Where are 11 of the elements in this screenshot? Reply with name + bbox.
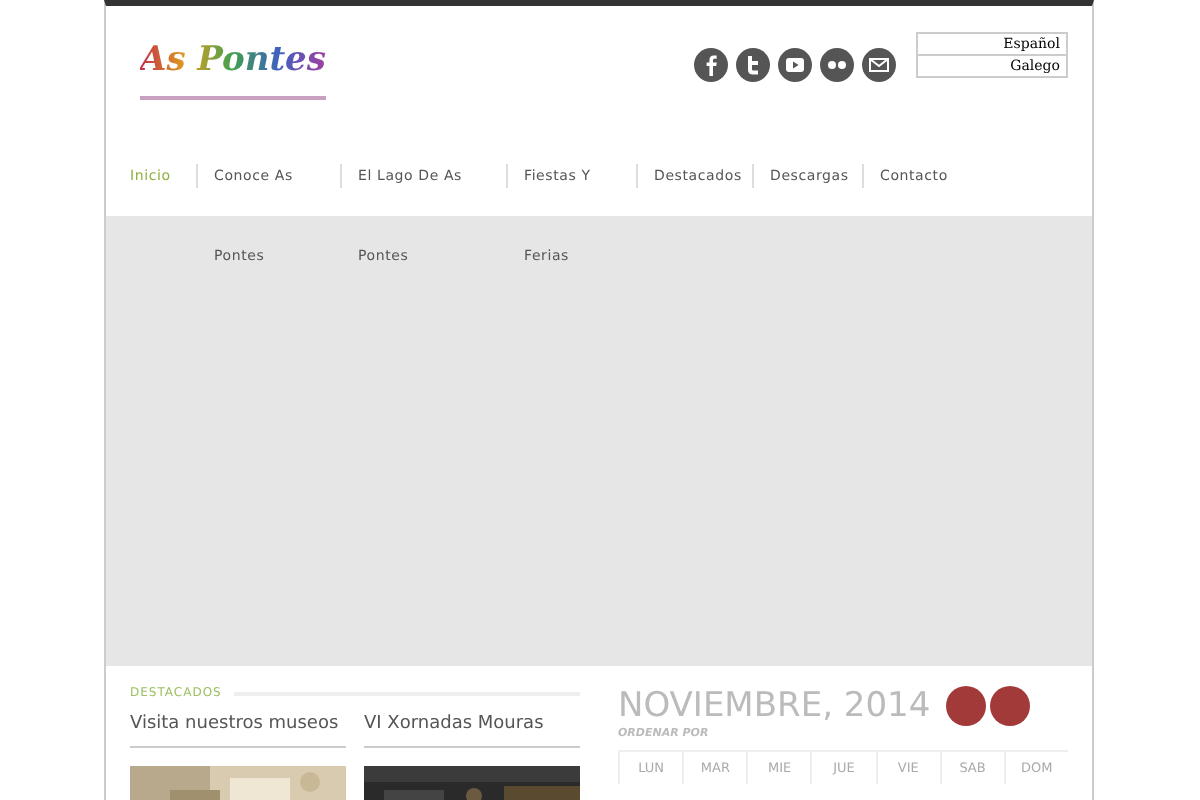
card-title[interactable]: Visita nuestros museos	[130, 714, 346, 748]
video-icon[interactable]	[778, 48, 812, 82]
flickr-icon[interactable]	[820, 48, 854, 82]
mail-icon[interactable]	[862, 48, 896, 82]
logo[interactable]: As Pontes	[140, 40, 326, 100]
calendar-month: NOVIEMBRE, 2014	[618, 686, 931, 726]
card-title[interactable]: VI Xornadas Mouras	[364, 714, 580, 748]
previous-month-button[interactable]	[946, 686, 987, 726]
facebook-icon[interactable]	[694, 48, 728, 82]
next-month-button[interactable]	[990, 686, 1031, 726]
twitter-icon[interactable]	[736, 48, 770, 82]
